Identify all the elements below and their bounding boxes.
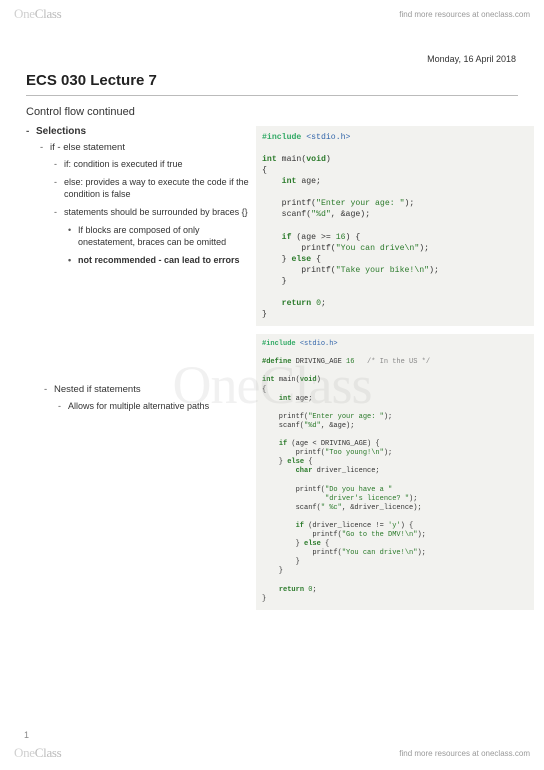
notes-column-1: Selections if - else statement if: condi… xyxy=(26,126,250,272)
bullet-nested: Nested if statements Allows for multiple… xyxy=(44,384,250,412)
bullet-selections: Selections if - else statement if: condi… xyxy=(26,126,250,266)
page-title: ECS 030 Lecture 7 xyxy=(0,68,544,95)
logo-top: OneClass xyxy=(14,6,61,22)
subtitle: Control flow continued xyxy=(0,106,544,126)
code-column-2: #include <stdio.h> #define DRIVING_AGE 1… xyxy=(256,334,534,618)
code-block-2: #include <stdio.h> #define DRIVING_AGE 1… xyxy=(256,334,534,610)
notes-column-2: Nested if statements Allows for multiple… xyxy=(26,334,250,418)
bullet-else: else: provides a way to execute the code… xyxy=(54,176,250,200)
divider xyxy=(26,95,518,96)
resource-link-bottom[interactable]: find more resources at oneclass.com xyxy=(399,749,530,758)
bullet-braces: statements should be surrounded by brace… xyxy=(54,206,250,266)
bullet-nested-desc: Allows for multiple alternative paths xyxy=(58,400,250,412)
bullet-omit: If blocks are composed of only onestatem… xyxy=(68,224,250,248)
footer-bar: OneClass find more resources at oneclass… xyxy=(0,739,544,767)
bullet-if: if: condition is executed if true xyxy=(54,158,250,170)
code-block-1: #include <stdio.h> int main(void) { int … xyxy=(256,126,534,326)
content-area: Selections if - else statement if: condi… xyxy=(0,126,544,618)
bullet-notrec: not recommended - can lead to errors xyxy=(68,254,250,266)
logo-bottom: OneClass xyxy=(14,745,61,761)
bullet-ifelse: if - else statement if: condition is exe… xyxy=(40,142,250,266)
resource-link-top[interactable]: find more resources at oneclass.com xyxy=(399,10,530,19)
header-bar: OneClass find more resources at oneclass… xyxy=(0,0,544,28)
date-text: Monday, 16 April 2018 xyxy=(0,28,544,68)
code-column-1: #include <stdio.h> int main(void) { int … xyxy=(256,126,534,334)
